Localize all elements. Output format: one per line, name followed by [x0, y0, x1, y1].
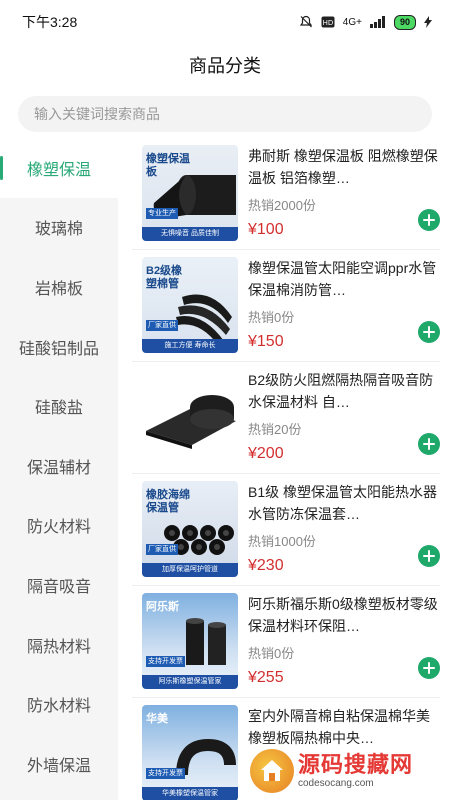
thumb-banner: 华美橡塑保温管家	[142, 787, 238, 800]
network-type: 4G+	[342, 16, 362, 28]
plus-icon	[423, 326, 435, 338]
status-icons: HD 4G+ 90	[299, 14, 432, 30]
thumb-banner: 加厚保温呵护管道	[142, 563, 238, 577]
product-price: ¥200	[248, 445, 284, 462]
product-price: ¥100	[248, 221, 284, 238]
search-input[interactable]: 输入关键词搜索商品	[18, 96, 432, 132]
category-item-exterior-wall[interactable]: 外墙保温	[0, 734, 118, 794]
status-time: 下午3:28	[22, 14, 78, 30]
category-item-glass-wool[interactable]: 玻璃棉	[0, 198, 118, 258]
product-image[interactable]: 华美 支持开发票 华美橡塑保温管家	[142, 705, 238, 800]
category-item-aluminum-silicate[interactable]: 硅酸铝制品	[0, 317, 118, 377]
product-image[interactable]: 橡塑保温板 专业生产 无惧噪音 品质佳制	[142, 145, 238, 241]
battery-icon: 90	[393, 14, 416, 30]
watermark: 源码搜藏网 codesocang.com	[250, 746, 446, 796]
thumb-tag: 专业生产	[146, 208, 178, 219]
product-price: ¥255	[248, 669, 284, 686]
category-item-heat-insulation[interactable]: 隔热材料	[0, 615, 118, 675]
product-card[interactable]: B2级防火阻燃隔热隔音吸音防水保温材料 自… 热销20份 ¥200	[132, 362, 440, 474]
thumb-title: 橡塑保温板	[146, 153, 190, 178]
product-card[interactable]: 橡胶海绵保温管 厂家直供 加厚保温呵护管道 B1级 橡塑保温管太阳能热水器水管防…	[132, 474, 440, 586]
category-item-waterproof[interactable]: 防水材料	[0, 674, 118, 734]
product-info: 阿乐斯福乐斯0级橡塑板材零级保温材料环保阻… 热销0份 ¥255	[248, 593, 440, 697]
thumb-tag: 厂家直供	[146, 544, 178, 555]
signal-icon	[369, 16, 386, 28]
product-list: 橡塑保温板 专业生产 无惧噪音 品质佳制 弗耐斯 橡塑保温板 阻燃橡塑保温板 铝…	[132, 138, 440, 800]
product-price: ¥150	[248, 333, 284, 350]
product-sales: 热销2000份	[248, 198, 316, 213]
product-info: 弗耐斯 橡塑保温板 阻燃橡塑保温板 铝箔橡塑… 热销2000份 ¥100	[248, 145, 440, 249]
category-sidebar: 橡塑保温 玻璃棉 岩棉板 硅酸铝制品 硅酸盐 保温辅材 防火材料 隔音吸音 隔热…	[0, 138, 118, 800]
product-name: B2级防火阻燃隔热隔音吸音防水保温材料 自…	[248, 372, 434, 410]
plus-icon	[423, 662, 435, 674]
watermark-logo-icon	[250, 749, 294, 793]
product-sales: 热销0份	[248, 646, 295, 661]
plus-icon	[423, 438, 435, 450]
product-card[interactable]: 橡塑保温板 专业生产 无惧噪音 品质佳制 弗耐斯 橡塑保温板 阻燃橡塑保温板 铝…	[132, 138, 440, 250]
category-item-rubber-plastic[interactable]: 橡塑保温	[0, 138, 118, 198]
product-name: 弗耐斯 橡塑保温板 阻燃橡塑保温板 铝箔橡塑…	[248, 148, 438, 186]
add-to-cart-button[interactable]	[418, 209, 440, 231]
thumb-title: 华美	[146, 713, 168, 725]
add-to-cart-button[interactable]	[418, 433, 440, 455]
category-item-fireproof[interactable]: 防火材料	[0, 496, 118, 556]
product-name: B1级 橡塑保温管太阳能热水器水管防冻保温套…	[248, 484, 438, 522]
thumb-title: 阿乐斯	[146, 601, 179, 613]
add-to-cart-button[interactable]	[418, 545, 440, 567]
add-to-cart-button[interactable]	[418, 321, 440, 343]
product-info: B1级 橡塑保温管太阳能热水器水管防冻保温套… 热销1000份 ¥230	[248, 481, 440, 585]
product-name: 阿乐斯福乐斯0级橡塑板材零级保温材料环保阻…	[248, 596, 438, 634]
product-image[interactable]: 橡胶海绵保温管 厂家直供 加厚保温呵护管道	[142, 481, 238, 577]
product-sales: 热销1000份	[248, 534, 316, 549]
category-item-rock-wool[interactable]: 岩棉板	[0, 257, 118, 317]
thumb-tag: 厂家直供	[146, 320, 178, 331]
product-info: B2级防火阻燃隔热隔音吸音防水保温材料 自… 热销20份 ¥200	[248, 369, 440, 473]
product-sales: 热销0份	[248, 310, 295, 325]
product-info: 橡塑保温管太阳能空调ppr水管保温棉消防管… 热销0份 ¥150	[248, 257, 440, 361]
page-title: 商品分类	[189, 56, 261, 76]
product-image[interactable]	[142, 369, 238, 465]
mute-bell-icon	[299, 15, 313, 29]
charging-icon	[424, 16, 432, 28]
product-image[interactable]: B2级橡塑棉管 厂家直供 施工方便 寿命长	[142, 257, 238, 353]
plus-icon	[423, 550, 435, 562]
thumb-title: B2级橡塑棉管	[146, 265, 183, 290]
product-sales: 热销20份	[248, 422, 302, 437]
category-item-soundproof[interactable]: 隔音吸音	[0, 555, 118, 615]
category-item-silicate[interactable]: 硅酸盐	[0, 376, 118, 436]
product-price: ¥230	[248, 557, 284, 574]
thumb-title: 橡胶海绵保温管	[146, 489, 190, 514]
thumb-tag: 支持开发票	[146, 656, 185, 667]
thumb-banner: 施工方便 寿命长	[142, 339, 238, 353]
hd-icon: HD	[321, 16, 335, 28]
plus-icon	[423, 214, 435, 226]
category-item-insulation-accessories[interactable]: 保温辅材	[0, 436, 118, 496]
product-card[interactable]: B2级橡塑棉管 厂家直供 施工方便 寿命长 橡塑保温管太阳能空调ppr水管保温棉…	[132, 250, 440, 362]
watermark-url: codesocang.com	[298, 778, 374, 789]
svg-text:HD: HD	[322, 19, 333, 27]
product-name: 橡塑保温管太阳能空调ppr水管保温棉消防管…	[248, 260, 437, 298]
product-image[interactable]: 阿乐斯 支持开发票 阿乐斯橡塑保温管家	[142, 593, 238, 689]
thumb-banner: 无惧噪音 品质佳制	[142, 227, 238, 241]
watermark-text: 源码搜藏网	[298, 752, 414, 777]
status-bar: 下午3:28 HD 4G+ 90	[0, 0, 450, 44]
add-to-cart-button[interactable]	[418, 657, 440, 679]
product-card[interactable]: 阿乐斯 支持开发票 阿乐斯橡塑保温管家 阿乐斯福乐斯0级橡塑板材零级保温材料环保…	[132, 586, 440, 698]
thumb-banner: 阿乐斯橡塑保温管家	[142, 675, 238, 689]
product-name: 室内外隔音棉自粘保温棉华美橡塑板隔热棉中央…	[248, 708, 430, 746]
thumb-tag: 支持开发票	[146, 768, 185, 779]
